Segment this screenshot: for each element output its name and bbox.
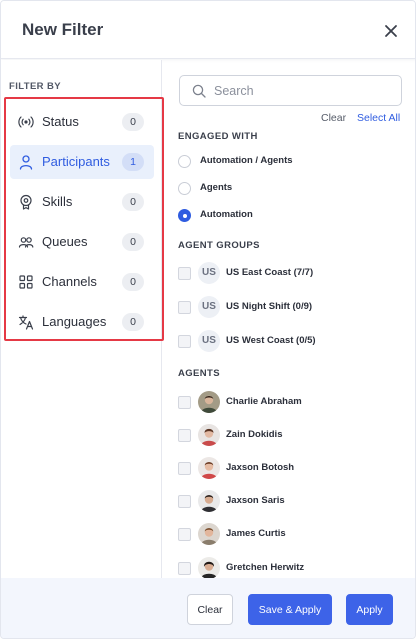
category-status[interactable]: Status 0 [10,105,154,139]
checkbox[interactable] [178,335,191,348]
category-count: 0 [122,193,144,211]
agent-group-label: US West Coast (0/5) [226,335,316,346]
agent-name: Jaxson Botosh [226,462,295,473]
person-icon [19,155,33,170]
avatar [198,490,220,512]
category-count: 0 [122,113,144,131]
group-badge: US [198,296,220,318]
radio-button[interactable] [178,182,191,195]
dialog-footer: Clear Save & Apply Apply [1,578,415,638]
category-count: 1 [122,153,144,171]
avatar [198,523,220,545]
agent-groups-heading: AGENT GROUPS [178,240,260,251]
clear-link[interactable]: Clear [321,112,346,124]
category-label: Status [42,114,79,129]
skill-badge-icon [20,194,32,210]
clear-button[interactable]: Clear [187,594,233,625]
radio-button[interactable] [178,155,191,168]
avatar [198,457,220,479]
search-input[interactable] [214,81,394,101]
filter-by-heading: FILTER BY [9,81,61,92]
radio-label: Agents [200,182,233,193]
search-box[interactable] [179,75,402,106]
checkbox[interactable] [178,429,191,442]
agent-name: James Curtis [226,528,286,539]
close-icon [385,25,397,37]
translate-icon [18,315,34,330]
radio-button-selected[interactable] [178,209,191,222]
category-channels[interactable]: Channels 0 [10,265,154,299]
agent-name: Jaxson Saris [226,495,285,506]
close-button[interactable] [379,19,403,43]
avatar [198,557,220,578]
dialog-title: New Filter [22,20,104,39]
agent-group-label: US Night Shift (0/9) [226,301,313,312]
category-label: Languages [42,314,107,329]
engaged-with-heading: ENGAGED WITH [178,131,258,142]
avatar [198,424,220,446]
save-and-apply-button[interactable]: Save & Apply [248,594,332,625]
grid-squares-icon [19,275,33,289]
agents-heading: AGENTS [178,368,220,379]
filter-options-panel: Clear Select All ENGAGED WITH Automation… [163,60,415,578]
select-all-link[interactable]: Select All [357,112,400,124]
category-label: Skills [42,194,73,209]
category-participants[interactable]: Participants 1 [10,145,154,179]
category-count: 0 [122,273,144,291]
avatar [198,391,220,413]
agent-group-label: US East Coast (7/7) [226,267,314,278]
category-label: Queues [42,234,88,249]
category-label: Channels [42,274,97,289]
agent-name: Gretchen Herwitz [226,562,305,573]
new-filter-dialog: New Filter FILTER BY Status 0 Participan [0,0,416,639]
radio-label: Automation / Agents [200,155,293,166]
checkbox[interactable] [178,301,191,314]
category-queues[interactable]: Queues 0 [10,225,154,259]
radio-label: Automation [200,209,253,220]
category-count: 0 [122,233,144,251]
agent-name: Charlie Abraham [226,396,302,407]
category-skills[interactable]: Skills 0 [10,185,154,219]
checkbox[interactable] [178,267,191,280]
filter-category-panel: FILTER BY Status 0 Participants 1 Skills… [1,60,164,578]
people-group-icon [18,237,34,248]
checkbox[interactable] [178,562,191,575]
category-count: 0 [122,313,144,331]
category-languages[interactable]: Languages 0 [10,305,154,339]
broadcast-icon [18,116,34,128]
dialog-header: New Filter [1,1,415,59]
search-icon [192,84,206,98]
checkbox[interactable] [178,462,191,475]
checkbox[interactable] [178,396,191,409]
category-label: Participants [42,154,110,169]
checkbox[interactable] [178,495,191,508]
group-badge: US [198,262,220,284]
group-badge: US [198,330,220,352]
apply-button[interactable]: Apply [346,594,393,625]
checkbox[interactable] [178,528,191,541]
agent-name: Zain Dokidis [226,429,283,440]
